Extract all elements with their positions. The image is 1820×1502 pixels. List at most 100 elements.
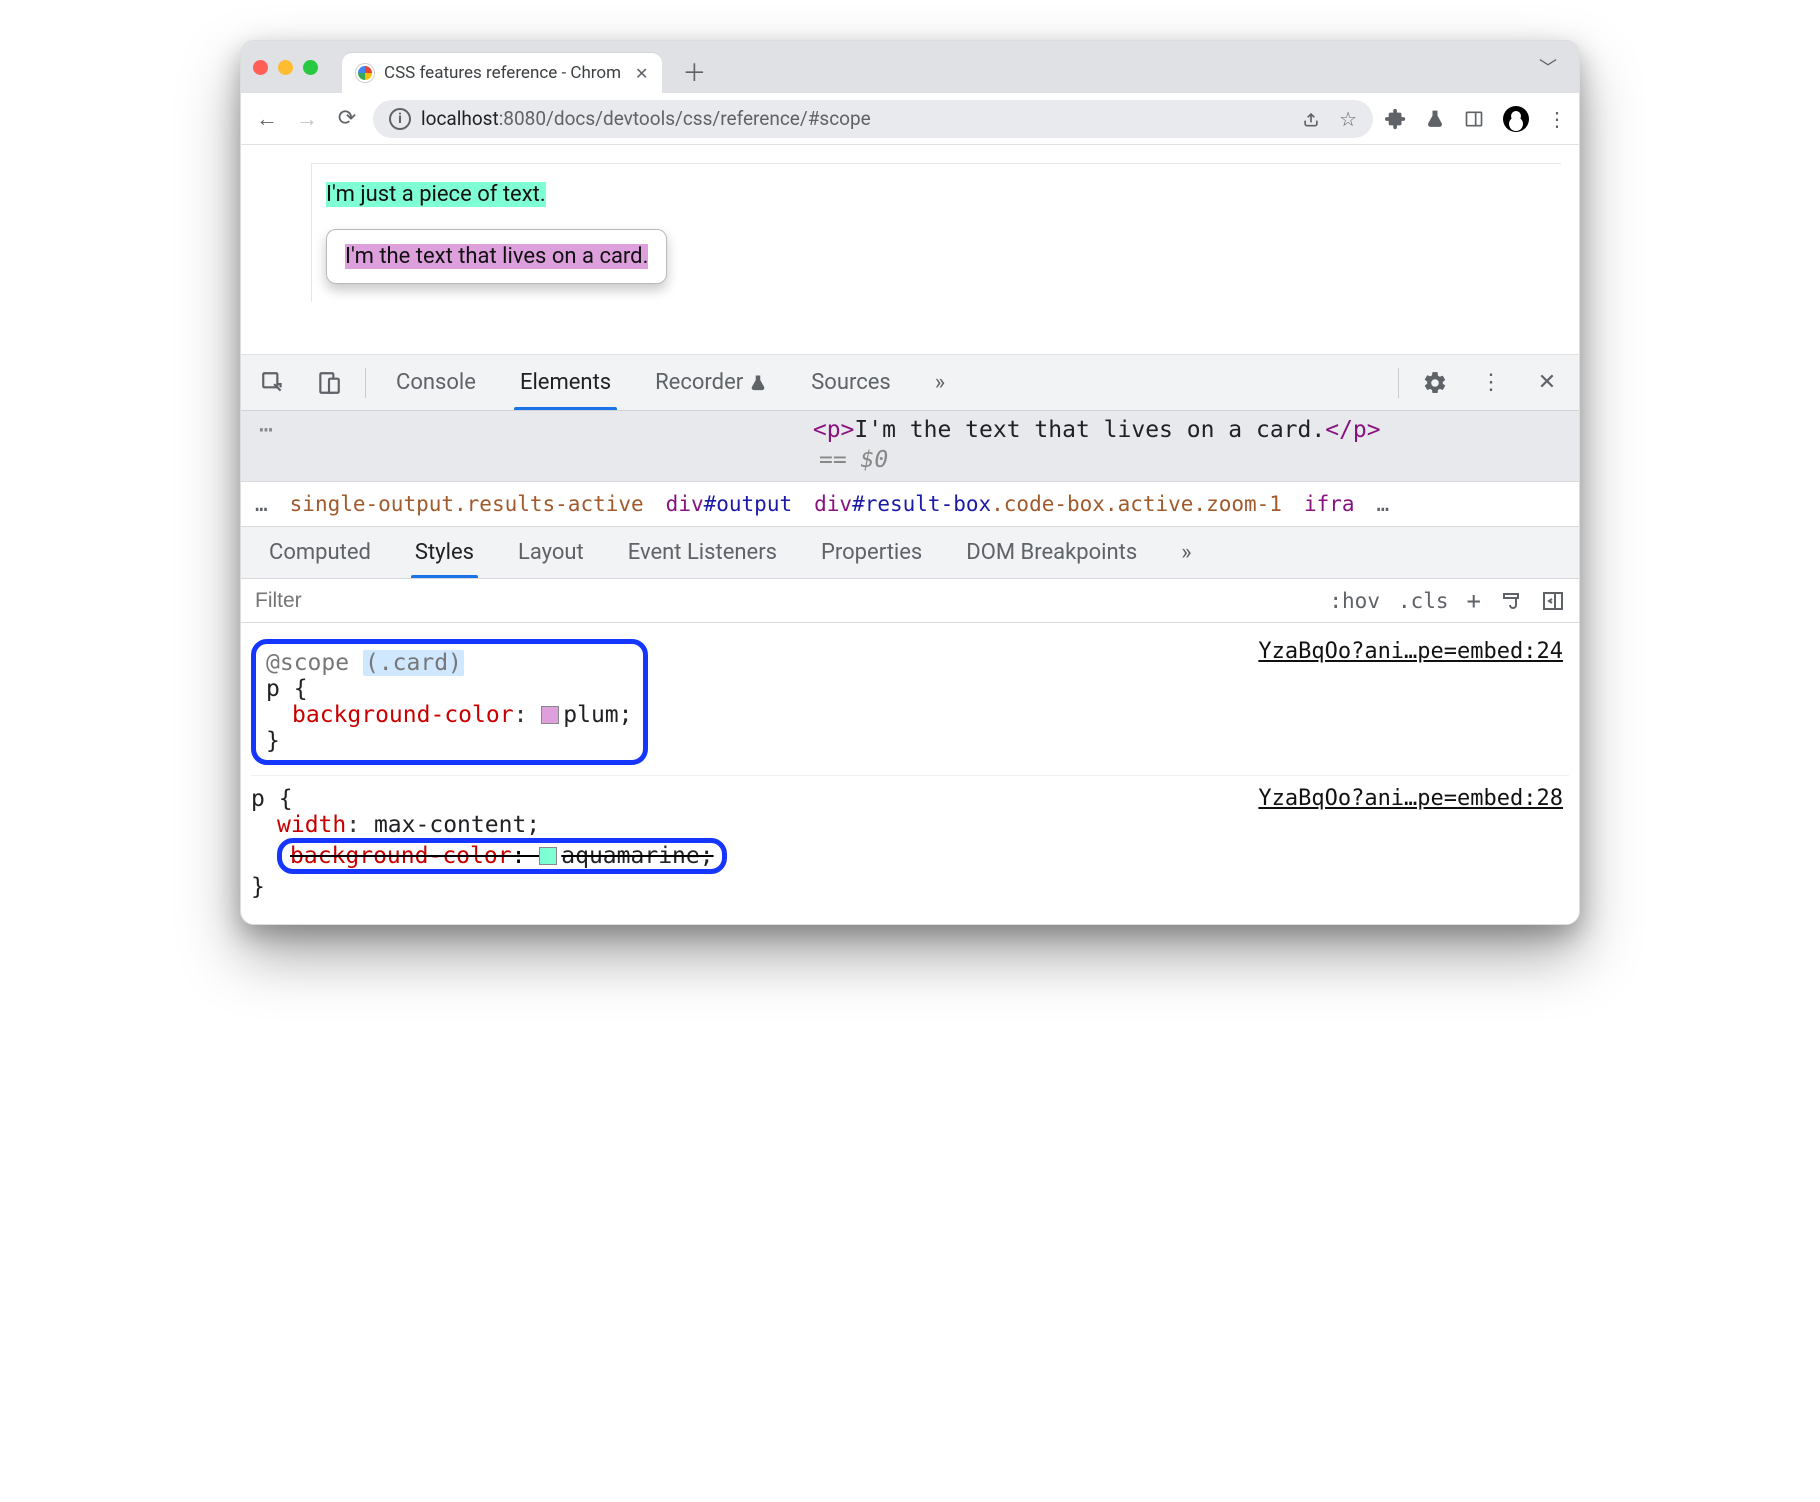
rule-2-selector: p — [251, 786, 265, 812]
browser-menu-button[interactable]: ⋮ — [1547, 107, 1567, 131]
maximize-window-button[interactable] — [303, 60, 318, 75]
toolbar-right: ⋮ — [1385, 106, 1567, 132]
computed-styles-toggle-icon[interactable] — [1541, 589, 1565, 613]
tab-sources-label: Sources — [811, 370, 891, 395]
chrome-favicon-icon — [356, 64, 374, 82]
subtab-styles[interactable]: Styles — [393, 527, 496, 578]
styles-tab-strip: Computed Styles Layout Event Listeners P… — [241, 527, 1579, 579]
rule-2-declaration-1[interactable]: width: max-content; — [251, 812, 1569, 838]
tab-overflow-label: » — [935, 370, 945, 395]
rule-2-source-link[interactable]: YzaBqOo?ani…pe=embed:28 — [1258, 786, 1563, 811]
dom-ellipsis-icon: ⋯ — [259, 417, 273, 443]
rule-1-source-link[interactable]: YzaBqOo?ani…pe=embed:24 — [1258, 639, 1563, 664]
rule-2-declaration-2[interactable]: background-color: aquamarine; — [251, 838, 1569, 874]
subtab-event-listeners[interactable]: Event Listeners — [606, 527, 799, 578]
subtab-event-label: Event Listeners — [628, 540, 777, 565]
subtab-overflow[interactable]: » — [1159, 527, 1213, 578]
breadcrumb-part-2-tag: div — [814, 492, 852, 516]
rule-1-brace-close: } — [266, 728, 633, 754]
tab-list-dropdown[interactable]: ﹀ — [1529, 54, 1567, 80]
extensions-icon[interactable] — [1385, 108, 1407, 130]
tab-console[interactable]: Console — [376, 355, 496, 410]
toolbar: ← → ⟳ i localhost:8080/docs/devtools/css… — [241, 93, 1579, 145]
tab-title: CSS features reference - Chrom — [384, 63, 621, 83]
tab-overflow[interactable]: » — [915, 355, 965, 410]
address-bar[interactable]: i localhost:8080/docs/devtools/css/refer… — [373, 100, 1373, 138]
tab-elements[interactable]: Elements — [500, 355, 631, 410]
share-icon[interactable] — [1301, 109, 1321, 129]
color-swatch-plum-icon[interactable] — [541, 706, 559, 724]
site-info-icon[interactable]: i — [389, 108, 411, 130]
browser-tab[interactable]: CSS features reference - Chrom ✕ — [342, 53, 662, 93]
page-content: I'm just a piece of text. I'm the text t… — [311, 163, 1561, 302]
css-rule-2[interactable]: YzaBqOo?ani…pe=embed:28 p { width: max-c… — [251, 776, 1569, 910]
paragraph-plain: I'm just a piece of text. — [326, 182, 546, 207]
rule-1-prop: background-color — [292, 702, 514, 728]
css-rule-1[interactable]: YzaBqOo?ani…pe=embed:24 @scope (.card) p… — [251, 629, 1569, 776]
inspect-element-icon[interactable] — [247, 370, 299, 396]
dom-selected-node[interactable]: ⋯ <p>I'm the text that lives on a card.<… — [241, 411, 1579, 482]
bookmark-icon[interactable]: ☆ — [1339, 107, 1357, 131]
breadcrumb-part-0-label: single-output.results-active — [290, 492, 644, 516]
breadcrumb-part-3[interactable]: ifra — [1304, 492, 1355, 516]
annotation-highlight-scope: @scope (.card) p { background-color: plu… — [251, 639, 648, 765]
tab-recorder[interactable]: Recorder — [635, 355, 787, 410]
dom-close-tag: </p> — [1325, 417, 1380, 443]
devtools-menu-icon[interactable]: ⋮ — [1465, 370, 1517, 395]
breadcrumb-part-3-tag: ifra — [1304, 492, 1355, 516]
breadcrumb-part-0[interactable]: single-output.results-active — [290, 492, 644, 516]
devtools-tab-strip: Console Elements Recorder Sources » ⋮ ✕ — [241, 355, 1579, 411]
device-toolbar-icon[interactable] — [303, 370, 355, 396]
subtab-layout[interactable]: Layout — [496, 527, 606, 578]
new-style-rule-button[interactable]: + — [1467, 587, 1481, 615]
tab-strip: CSS features reference - Chrom ✕ ＋ ﹀ — [241, 41, 1579, 93]
subtab-layout-label: Layout — [518, 540, 584, 565]
profile-avatar-icon[interactable] — [1503, 106, 1529, 132]
rule-2-val-2: aquamarine; — [561, 843, 713, 869]
subtab-dom-bp-label: DOM Breakpoints — [966, 540, 1137, 565]
breadcrumb-part-1[interactable]: div#output — [666, 492, 792, 516]
breadcrumb-ellipsis-right: … — [1377, 492, 1390, 516]
tab-sources[interactable]: Sources — [791, 355, 911, 410]
breadcrumb-part-2[interactable]: div#result-box.code-box.active.zoom-1 — [814, 492, 1282, 516]
scope-argument: (.card) — [363, 650, 464, 676]
page-viewport: I'm just a piece of text. I'm the text t… — [241, 145, 1579, 355]
back-button[interactable]: ← — [253, 106, 281, 132]
rule-1-selector: p — [266, 676, 280, 702]
subtab-properties[interactable]: Properties — [799, 527, 944, 578]
color-swatch-aquamarine-icon[interactable] — [539, 847, 557, 865]
subtab-dom-breakpoints[interactable]: DOM Breakpoints — [944, 527, 1159, 578]
forward-button[interactable]: → — [293, 106, 321, 132]
close-window-button[interactable] — [253, 60, 268, 75]
scope-keyword: @scope — [266, 650, 349, 676]
labs-icon[interactable] — [1425, 108, 1445, 130]
devtools-close-icon[interactable]: ✕ — [1521, 370, 1573, 395]
styles-filter-input[interactable] — [241, 589, 1315, 613]
reload-button[interactable]: ⟳ — [333, 106, 361, 131]
devtools-settings-icon[interactable] — [1409, 370, 1461, 396]
side-panel-icon[interactable] — [1463, 109, 1485, 129]
minimize-window-button[interactable] — [278, 60, 293, 75]
cls-toggle[interactable]: .cls — [1398, 589, 1449, 613]
subtab-styles-label: Styles — [415, 540, 474, 565]
styles-rules-pane: YzaBqOo?ani…pe=embed:24 @scope (.card) p… — [241, 623, 1579, 924]
paint-bucket-icon[interactable] — [1499, 589, 1523, 613]
address-bar-actions: ☆ — [1301, 107, 1357, 131]
rule-2-val-1: max-content; — [374, 812, 540, 838]
rule-1-brace-open: { — [280, 676, 308, 702]
tab-console-label: Console — [396, 370, 476, 395]
url-port: :8080 — [499, 107, 546, 130]
hov-toggle[interactable]: :hov — [1329, 589, 1380, 613]
close-tab-button[interactable]: ✕ — [631, 62, 652, 85]
paragraph-card: I'm the text that lives on a card. — [345, 244, 648, 269]
card-container: I'm the text that lives on a card. — [326, 229, 667, 284]
subtab-overflow-label: » — [1181, 540, 1191, 565]
dom-eq-label: == $0 — [259, 443, 1561, 473]
dom-breadcrumb[interactable]: … single-output.results-active div#outpu… — [241, 482, 1579, 527]
rule-1-declaration[interactable]: background-color: plum; — [266, 702, 633, 728]
subtab-computed[interactable]: Computed — [247, 527, 393, 578]
rule-2-brace-close: } — [251, 874, 1569, 900]
rule-2-prop-1: width — [277, 812, 346, 838]
browser-window: CSS features reference - Chrom ✕ ＋ ﹀ ← →… — [240, 40, 1580, 925]
new-tab-button[interactable]: ＋ — [672, 53, 716, 88]
